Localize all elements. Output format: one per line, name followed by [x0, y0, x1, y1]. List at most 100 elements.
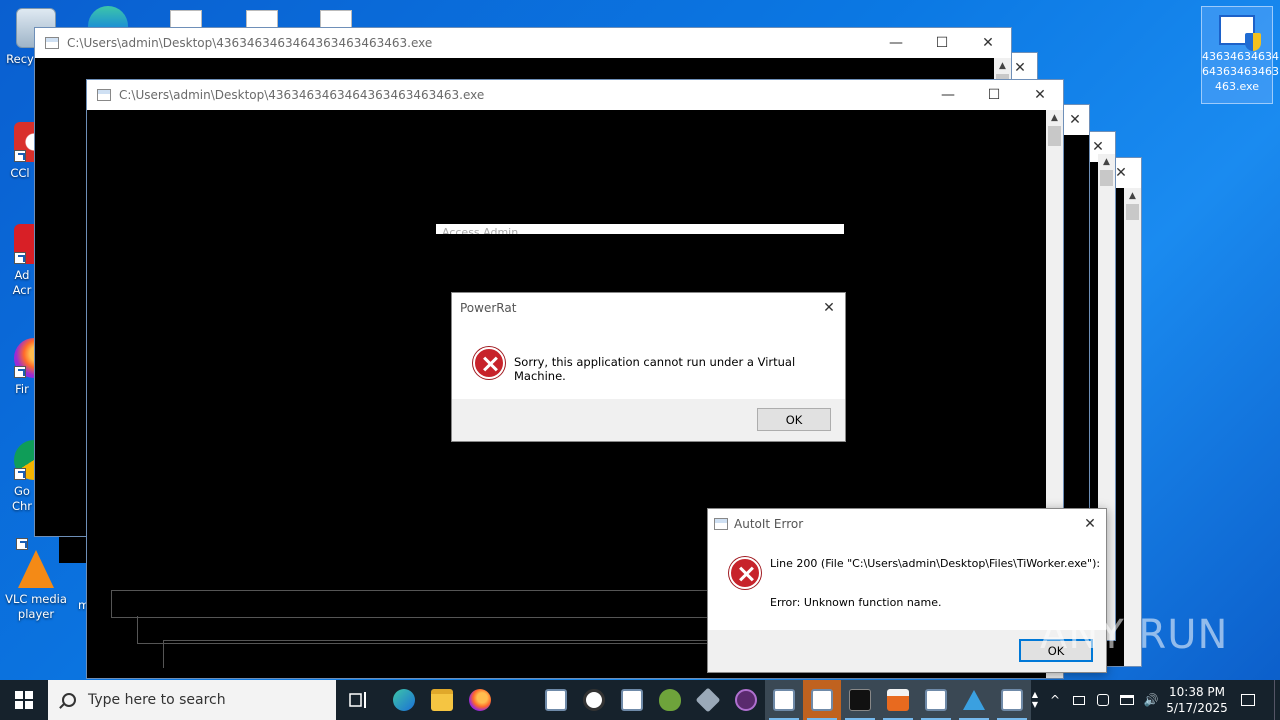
- window-outline: [163, 640, 723, 668]
- search-placeholder: Type here to search: [88, 692, 226, 708]
- vertical-scrollbar[interactable]: ▲: [1124, 188, 1141, 666]
- task-view-icon: [349, 692, 366, 708]
- taskbar-console-highlighted[interactable]: [803, 680, 841, 720]
- taskbar-diamond-app[interactable]: [689, 680, 727, 720]
- close-icon[interactable]: ✕: [1074, 509, 1106, 539]
- scroll-up-arrow-icon[interactable]: ▲: [994, 58, 1011, 74]
- scroll-thumb[interactable]: [1048, 126, 1061, 146]
- taskbar-firefox[interactable]: [461, 680, 499, 720]
- window-titlebar[interactable]: C:\Users\admin\Desktop\43634634634643634…: [87, 80, 1063, 110]
- desktop-icon-label: Recy: [6, 52, 34, 66]
- taskbar-command-prompt[interactable]: [841, 680, 879, 720]
- taskbar-autoit[interactable]: [955, 680, 993, 720]
- shortcut-arrow-icon: [14, 468, 26, 480]
- file-desktop-icon[interactable]: [170, 10, 202, 28]
- action-center-button[interactable]: [1234, 680, 1262, 720]
- tray-screen-icon[interactable]: [1068, 680, 1090, 720]
- maximize-icon[interactable]: ☐: [919, 28, 965, 58]
- ok-button[interactable]: OK: [757, 408, 831, 431]
- scroll-up-arrow-icon[interactable]: ▲: [1098, 154, 1115, 170]
- money-bag-icon: [659, 689, 681, 711]
- window-title: C:\Users\admin\Desktop\43634634634643634…: [119, 88, 485, 102]
- taskbar-clock[interactable]: 10:38 PM 5/17/2025: [1162, 680, 1232, 720]
- autoit-icon: [963, 690, 985, 710]
- scroll-thumb[interactable]: [1126, 204, 1139, 220]
- edge-desktop-icon[interactable]: [88, 6, 128, 28]
- exe-label-line: 463.exe: [1214, 80, 1259, 93]
- console-app-icon: [45, 37, 59, 49]
- desktop-icon-label: VLC media player: [5, 592, 67, 621]
- taskbar-fire-app[interactable]: [879, 680, 917, 720]
- taskbar-console[interactable]: [765, 680, 803, 720]
- dialog-titlebar[interactable]: PowerRat: [452, 293, 845, 323]
- tray-security-icon[interactable]: [1092, 680, 1114, 720]
- window-title: C:\Users\admin\Desktop\43634634634643634…: [67, 36, 433, 50]
- vlc-cone-icon: [16, 538, 54, 588]
- dialog-footer: OK: [452, 399, 845, 441]
- clock-date: 5/17/2025: [1166, 701, 1228, 715]
- console-window-icon: [811, 689, 833, 711]
- desktop-icon-label: CCl: [10, 166, 30, 180]
- minimize-icon[interactable]: —: [925, 80, 971, 110]
- taskbar-edge[interactable]: [385, 680, 423, 720]
- taskbar-scroll-arrows[interactable]: ▲ ▼: [1028, 680, 1042, 720]
- console-window-icon: [621, 689, 643, 711]
- show-hidden-icons-button[interactable]: ^: [1046, 680, 1064, 720]
- notification-icon: [1241, 694, 1255, 706]
- taskbar-console[interactable]: [993, 680, 1031, 720]
- scroll-up-arrow-icon[interactable]: ▲: [1046, 110, 1063, 126]
- dialog-message: Sorry, this application cannot run under…: [514, 355, 796, 383]
- shortcut-arrow-icon: [14, 150, 26, 162]
- taskbar-money-bag[interactable]: [651, 680, 689, 720]
- hidden-dialog-title: Access Admin: [442, 226, 519, 234]
- scroll-thumb[interactable]: [1100, 170, 1113, 186]
- error-line-1: Line 200 (File "C:\Users\admin\Desktop\F…: [770, 557, 1101, 570]
- minimize-icon[interactable]: —: [873, 28, 919, 58]
- dialog-title: AutoIt Error: [734, 517, 804, 531]
- taskbar-alien-app[interactable]: [727, 680, 765, 720]
- show-desktop-button[interactable]: [1274, 680, 1280, 720]
- tray-volume-icon[interactable]: 🔊: [1140, 680, 1162, 720]
- edge-icon: [393, 689, 415, 711]
- ccleaner-icon: [583, 689, 605, 711]
- volume-icon: 🔊: [1143, 693, 1159, 707]
- network-icon: [1120, 695, 1134, 705]
- hidden-dialog-titlebar[interactable]: Access Admin: [436, 224, 844, 234]
- tray-network-icon[interactable]: [1116, 680, 1138, 720]
- close-icon[interactable]: ✕: [1017, 80, 1063, 110]
- close-icon[interactable]: ✕: [1061, 105, 1089, 135]
- file-desktop-icon[interactable]: [320, 10, 352, 28]
- clock-time: 10:38 PM: [1169, 685, 1225, 699]
- close-icon[interactable]: ✕: [965, 28, 1011, 58]
- file-desktop-icon[interactable]: [246, 10, 278, 28]
- maximize-icon[interactable]: ☐: [971, 80, 1017, 110]
- task-view-button[interactable]: [340, 680, 378, 720]
- scroll-up-arrow-icon[interactable]: ▲: [1124, 188, 1141, 204]
- taskbar-ccleaner[interactable]: [575, 680, 613, 720]
- taskbar-search-box[interactable]: Type here to search: [48, 680, 336, 720]
- console-window-icon: [545, 689, 567, 711]
- display-icon: [1073, 695, 1085, 705]
- error-icon: [473, 347, 505, 379]
- desktop-icon-exe-selected[interactable]: 43634634634 64363463463 463.exe: [1201, 6, 1279, 104]
- taskbar-console[interactable]: [613, 680, 651, 720]
- close-icon[interactable]: ✕: [813, 293, 845, 323]
- dialog-title: PowerRat: [460, 301, 517, 315]
- taskbar-file-explorer[interactable]: [423, 680, 461, 720]
- window-titlebar[interactable]: C:\Users\admin\Desktop\43634634634643634…: [35, 28, 1011, 58]
- taskbar-console[interactable]: [917, 680, 955, 720]
- console-fragment: [59, 537, 87, 563]
- search-icon: [62, 693, 76, 707]
- start-button[interactable]: [0, 680, 48, 720]
- shortcut-arrow-icon: [16, 538, 28, 550]
- powerrat-dialog[interactable]: PowerRat ✕ Sorry, this application canno…: [451, 292, 846, 442]
- desktop-icon-label: Fir: [15, 382, 29, 396]
- anyrun-watermark: ANY RUN: [1040, 612, 1229, 658]
- taskbar-console[interactable]: [537, 680, 575, 720]
- autoit-app-icon: [714, 518, 728, 530]
- exe-label-line: 43634634634: [1202, 50, 1279, 63]
- shortcut-arrow-icon: [14, 366, 26, 378]
- error-line-2: Error: Unknown function name.: [770, 596, 942, 609]
- console-app-icon: [97, 89, 111, 101]
- dialog-titlebar[interactable]: AutoIt Error: [708, 509, 1106, 539]
